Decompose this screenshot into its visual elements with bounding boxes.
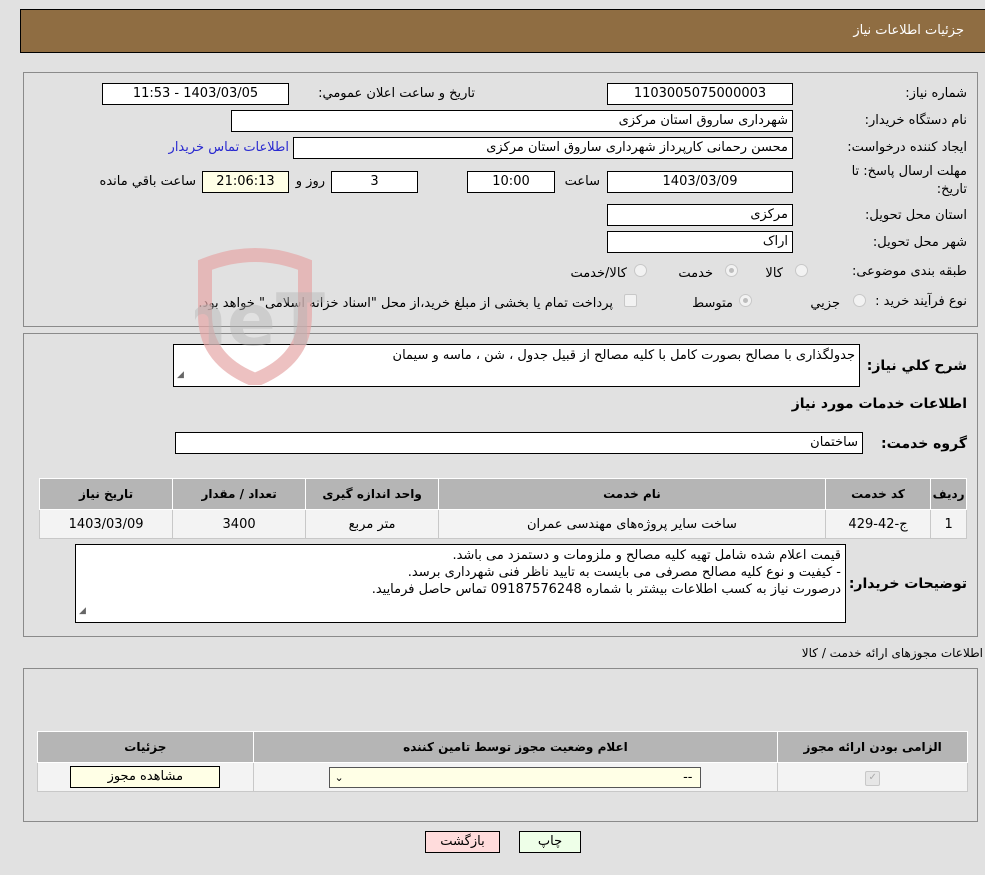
cell-permit-required: ✓ <box>777 762 968 792</box>
announce-date-label: تاریخ و ساعت اعلان عمومي: <box>318 86 475 101</box>
services-table-header: رديف کد خدمت نام خدمت واحد اندازه گيری ت… <box>38 478 967 510</box>
deadline-time-field: 10:00 <box>467 171 555 193</box>
category-option-goods-service: کالا/خدمت <box>570 266 627 281</box>
days-label: روز و <box>295 174 325 189</box>
cell-need-date: 1403/03/09 <box>38 509 174 539</box>
treasury-note: پرداخت تمام يا بخشی از مبلغ خريد،از محل … <box>198 296 613 311</box>
city-field: اراک <box>607 231 793 253</box>
need-number-field: 1103005075000003 <box>607 83 793 105</box>
category-radio-goods-service[interactable] <box>634 264 647 277</box>
column-header-row-number: رديف <box>930 478 967 510</box>
column-header-service-code: کد خدمت <box>824 478 932 510</box>
column-header-details: جزئیات <box>37 731 254 763</box>
service-group-field: ساختمان <box>175 432 863 454</box>
creator-field: محسن رحمانی کارپرداز شهرداری ساروق استان… <box>293 137 793 159</box>
description-textarea[interactable]: جدولگذاری با مصالح بصورت کامل با کلیه مص… <box>173 344 860 387</box>
buyer-notes-line-3: درصورت نیاز به کسب اطلاعات بیشتر با شمار… <box>371 582 841 597</box>
permit-status-value: -- <box>683 769 693 785</box>
column-header-need-date: تاريخ نياز <box>38 478 174 510</box>
buyer-notes-label: توضيحات خريدار: <box>848 576 967 592</box>
permits-table: الزامی بودن ارائه مجوز اعلام وضعیت مجوز … <box>37 731 968 792</box>
services-table: رديف کد خدمت نام خدمت واحد اندازه گيری ت… <box>38 478 967 539</box>
page-header: جزئیات اطلاعات نیاز <box>20 9 985 53</box>
back-button[interactable]: بازگشت <box>425 831 500 853</box>
cell-quantity: 3400 <box>172 509 307 539</box>
page-title: جزئیات اطلاعات نیاز <box>853 23 964 38</box>
cell-service-name: ساخت سایر پروژه‌های مهندسی عمران <box>438 509 826 539</box>
province-field: مرکزی <box>607 204 793 226</box>
province-label: استان محل تحويل: <box>865 208 967 223</box>
process-radio-medium[interactable] <box>739 294 752 307</box>
permits-table-header: الزامی بودن ارائه مجوز اعلام وضعیت مجوز … <box>37 731 968 763</box>
cell-permit-status: -- ⌄ <box>252 762 779 792</box>
resize-grip-icon[interactable]: ◢ <box>177 367 184 384</box>
column-header-unit: واحد اندازه گيری <box>305 478 440 510</box>
cell-unit: متر مربع <box>305 509 440 539</box>
view-permit-button[interactable]: مشاهده مجوز <box>70 766 221 788</box>
cell-details: مشاهده مجوز <box>37 762 254 792</box>
category-label: طبقه بندی موضوعی: <box>851 264 967 279</box>
column-header-permit-required: الزامی بودن ارائه مجوز <box>777 731 968 763</box>
deadline-date-field: 1403/03/09 <box>607 171 793 193</box>
creator-label: ايجاد کننده درخواست: <box>847 140 967 155</box>
cell-row-number: 1 <box>930 509 967 539</box>
column-header-quantity: تعداد / مقدار <box>172 478 307 510</box>
process-type-label: نوع فرآيند خريد : <box>875 294 967 309</box>
description-text: جدولگذاری با مصالح بصورت کامل با کلیه مص… <box>392 348 855 363</box>
table-row: ✓ -- ⌄ مشاهده مجوز <box>37 762 968 792</box>
category-radio-goods[interactable] <box>795 264 808 277</box>
column-header-service-name: نام خدمت <box>438 478 826 510</box>
permits-section-title: اطلاعات مجوزهای ارائه خدمت / کالا <box>801 646 983 660</box>
announce-date-field: 1403/03/05 - 11:53 <box>102 83 289 105</box>
deadline-label-line1: مهلت ارسال پاسخ: تا <box>851 164 967 179</box>
remaining-time-label: ساعت باقي مانده <box>99 174 196 189</box>
buyer-org-field: شهرداری ساروق استان مرکزی <box>231 110 793 132</box>
print-button[interactable]: چاپ <box>519 831 581 853</box>
category-radio-service[interactable] <box>725 264 738 277</box>
process-option-medium: متوسط <box>692 296 733 311</box>
table-row: 1 ج-42-429 ساخت سایر پروژه‌های مهندسی عم… <box>38 509 967 539</box>
buyer-contact-link[interactable]: اطلاعات تماس خریدار <box>169 140 289 155</box>
permit-status-select[interactable]: -- ⌄ <box>329 766 702 788</box>
category-option-goods: کالا <box>765 266 783 281</box>
need-number-label: شماره نیاز: <box>905 86 967 101</box>
city-label: شهر محل تحويل: <box>872 235 967 250</box>
cell-service-code: ج-42-429 <box>824 509 932 539</box>
description-label: شرح کلي نياز: <box>866 358 967 374</box>
process-radio-minor[interactable] <box>853 294 866 307</box>
buyer-org-label: نام دستگاه خريدار: <box>864 113 967 128</box>
category-option-service: خدمت <box>678 266 713 281</box>
permit-required-checkbox[interactable]: ✓ <box>865 770 881 786</box>
chevron-down-icon: ⌄ <box>334 770 344 784</box>
column-header-permit-status: اعلام وضعیت مجوز توسط تامین کننده <box>252 731 779 763</box>
resize-grip-icon[interactable]: ◢ <box>79 603 86 620</box>
deadline-label-line2: تاريخ: <box>936 182 967 197</box>
buyer-notes-line-2: - کیفیت و نوع کلیه مصالح مصرفی می بایست … <box>407 565 841 580</box>
services-section-title: اطلاعات خدمات مورد نياز <box>791 396 967 412</box>
process-option-minor: جزيي <box>810 296 840 311</box>
treasury-checkbox[interactable] <box>624 294 637 307</box>
remaining-time-field: 21:06:13 <box>202 171 289 193</box>
buyer-notes-textarea[interactable]: قیمت اعلام شده شامل تهیه کلیه مصالح و مل… <box>75 544 846 623</box>
buyer-notes-line-1: قیمت اعلام شده شامل تهیه کلیه مصالح و مل… <box>452 548 841 563</box>
days-remaining-field: 3 <box>331 171 418 193</box>
deadline-time-label: ساعت <box>564 174 600 189</box>
service-group-label: گروه خدمت: <box>881 436 967 452</box>
